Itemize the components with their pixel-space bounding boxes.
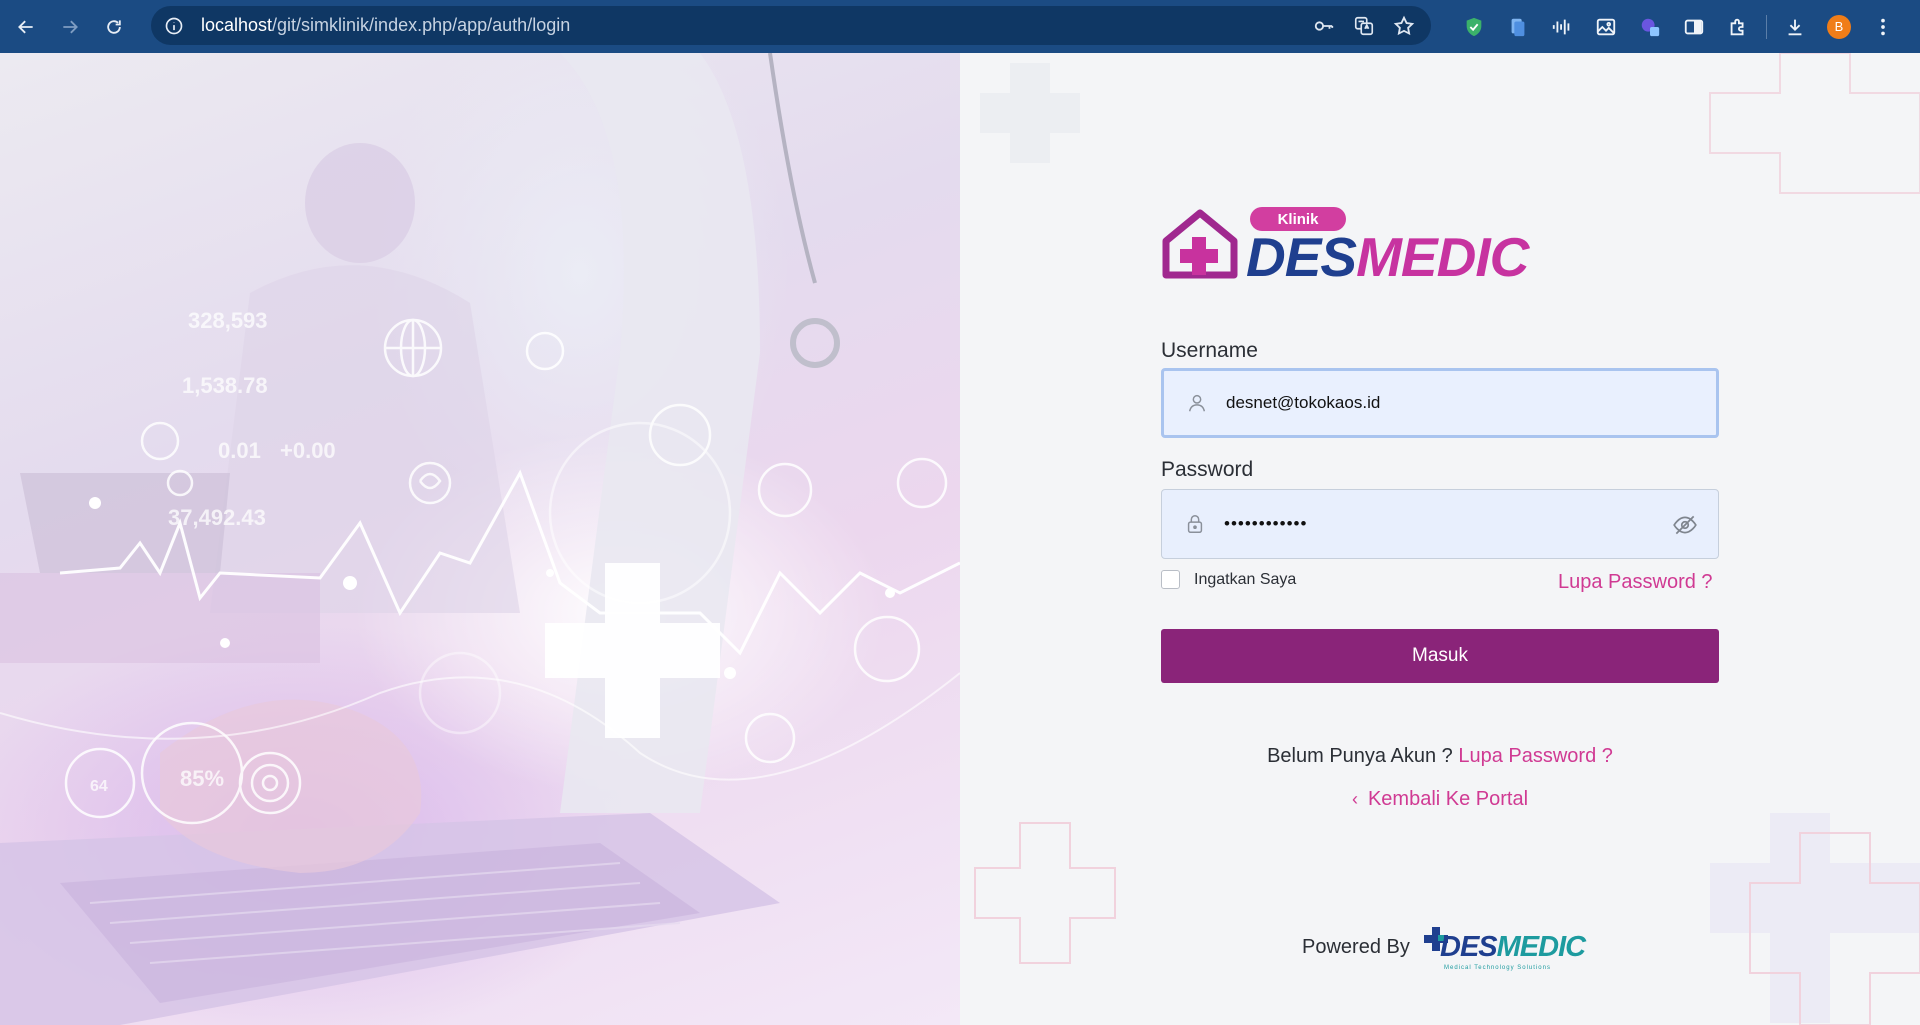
- back-to-portal-link[interactable]: ‹ Kembali Ke Portal: [960, 788, 1920, 811]
- profile-avatar[interactable]: B: [1817, 5, 1861, 49]
- audio-wave-extension-icon[interactable]: [1540, 5, 1584, 49]
- no-account-link[interactable]: Lupa Password ?: [1458, 745, 1613, 767]
- docs-extension-icon[interactable]: [1496, 5, 1540, 49]
- powered-by-label: Powered By: [1302, 936, 1410, 958]
- ai-extension-icon[interactable]: [1628, 5, 1672, 49]
- username-field[interactable]: [1161, 368, 1719, 438]
- remember-checkbox[interactable]: [1161, 570, 1180, 589]
- browser-toolbar: localhost/git/simklinik/index.php/app/au…: [0, 0, 1920, 53]
- hero-number-2: 1,538.78: [182, 373, 268, 398]
- forgot-password-link[interactable]: Lupa Password ?: [1558, 571, 1713, 594]
- desmedic-klinik-logo: Klinik DESMEDIC: [1160, 205, 1540, 287]
- hero-number-6: 85%: [180, 766, 224, 791]
- site-info-icon[interactable]: [163, 15, 185, 37]
- sidepanel-extension-icon[interactable]: [1672, 5, 1716, 49]
- hero-number-5: 37,492.43: [168, 505, 266, 530]
- image-extension-icon[interactable]: [1584, 5, 1628, 49]
- lock-icon: [1182, 511, 1208, 537]
- profile-initial: B: [1827, 14, 1851, 39]
- toolbar-divider: [1766, 14, 1767, 39]
- puzzle-extensions-icon[interactable]: [1716, 5, 1760, 49]
- eye-off-icon[interactable]: [1672, 512, 1698, 538]
- password-input[interactable]: ••••••••••••: [1224, 514, 1644, 534]
- shield-extension-icon[interactable]: [1452, 5, 1496, 49]
- logo-wordmark: DESMEDIC: [1246, 226, 1529, 288]
- brand-tagline: Medical Technology Solutions: [1444, 965, 1551, 971]
- hero-number-4: +0.00: [280, 438, 336, 463]
- login-button[interactable]: Masuk: [1161, 629, 1719, 683]
- hero-number-1: 328,593: [188, 308, 268, 333]
- chevron-left-icon: ‹: [1351, 789, 1358, 809]
- username-label: Username: [1161, 339, 1258, 362]
- menu-kebab-icon[interactable]: [1861, 5, 1905, 49]
- hero-illustration: 328,593 1,538.78 0.01 +0.00 37,492.43 85…: [0, 53, 960, 1025]
- password-key-icon[interactable]: [1311, 13, 1337, 39]
- no-account-text: Belum Punya Akun ?: [1267, 745, 1453, 767]
- brand-wordmark: DESMEDIC: [1440, 931, 1586, 963]
- url-text[interactable]: localhost/git/simklinik/index.php/app/au…: [201, 15, 570, 36]
- reload-icon[interactable]: [96, 9, 132, 45]
- no-account-row: Belum Punya Akun ? Lupa Password ?: [960, 745, 1920, 768]
- remember-label: Ingatkan Saya: [1194, 570, 1297, 588]
- password-label: Password: [1161, 458, 1254, 481]
- house-cross-icon: [1162, 209, 1238, 279]
- username-input[interactable]: [1226, 393, 1646, 413]
- bookmark-star-icon[interactable]: [1391, 13, 1417, 39]
- user-icon: [1184, 390, 1210, 416]
- hero-number-7: 64: [90, 778, 108, 795]
- desmedic-brand-logo: DESMEDIC Medical Technology Solutions: [1422, 921, 1586, 977]
- address-bar[interactable]: localhost/git/simklinik/index.php/app/au…: [151, 6, 1431, 45]
- forward-arrow-icon[interactable]: [52, 9, 88, 45]
- download-icon[interactable]: [1773, 5, 1817, 49]
- password-field[interactable]: ••••••••••••: [1161, 489, 1719, 559]
- back-arrow-icon[interactable]: [8, 9, 44, 45]
- translate-icon[interactable]: [1351, 13, 1377, 39]
- hero-number-3: 0.01: [218, 438, 261, 463]
- back-to-portal-label: Kembali Ke Portal: [1367, 788, 1529, 810]
- remember-me[interactable]: Ingatkan Saya: [1161, 570, 1296, 589]
